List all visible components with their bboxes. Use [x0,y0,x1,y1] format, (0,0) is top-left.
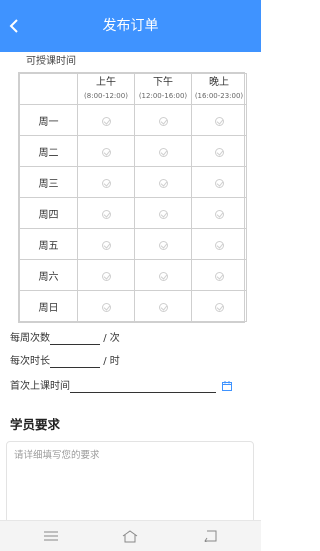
slot-sat-evening[interactable] [191,259,247,291]
first-class-label: 首次上课时间 [10,381,70,392]
check-icon [214,271,224,281]
slot-fri-morning[interactable] [77,228,135,260]
check-icon [214,302,224,312]
slot-sat-afternoon[interactable] [134,259,192,291]
slot-mon-afternoon[interactable] [134,104,192,136]
check-icon [158,302,168,312]
check-icon [158,240,168,250]
slot-fri-afternoon[interactable] [134,228,192,260]
weekly-count-unit: / 次 [103,333,120,344]
weekly-count-input[interactable] [50,333,100,345]
day-label-mon: 周一 [19,104,78,136]
slot-mon-evening[interactable] [191,104,247,136]
slot-sat-morning[interactable] [77,259,135,291]
check-icon [158,271,168,281]
slot-fri-evening[interactable] [191,228,247,260]
requirements-title: 学员要求 [10,417,61,432]
first-class-input[interactable] [70,381,216,393]
weekly-count-label: 每周次数 [10,333,50,344]
slot-tue-evening[interactable] [191,135,247,167]
check-icon [158,147,168,157]
day-label-wed: 周三 [19,166,78,198]
check-icon [214,147,224,157]
slot-mon-morning[interactable] [77,104,135,136]
check-icon [214,209,224,219]
weekly-count-row: 每周次数 / 次 [10,333,120,345]
check-icon [101,209,111,219]
slot-sun-morning[interactable] [77,290,135,322]
back-icon[interactable] [204,530,217,542]
duration-label: 每次时长 [10,356,50,367]
check-icon [101,240,111,250]
day-label-fri: 周五 [19,228,78,260]
slot-sun-afternoon[interactable] [134,290,192,322]
day-label-thu: 周四 [19,197,78,229]
check-icon [214,240,224,250]
grid-corner [19,73,78,105]
first-class-row: 首次上课时间 [10,381,216,393]
slot-wed-morning[interactable] [77,166,135,198]
slot-thu-evening[interactable] [191,197,247,229]
check-icon [101,302,111,312]
top-bar: 发布订单 [0,0,261,52]
check-icon [101,147,111,157]
check-icon [214,178,224,188]
column-header-evening: 晚上 (16:00-23:00) [191,73,247,105]
column-header-morning: 上午 (8:00-12:00) [77,73,135,105]
check-icon [158,178,168,188]
duration-unit: / 时 [103,356,120,367]
menu-icon[interactable] [44,530,58,542]
check-icon [101,271,111,281]
check-icon [214,116,224,126]
check-icon [101,178,111,188]
slot-tue-afternoon[interactable] [134,135,192,167]
slot-wed-afternoon[interactable] [134,166,192,198]
slot-thu-afternoon[interactable] [134,197,192,229]
slot-thu-morning[interactable] [77,197,135,229]
requirements-textarea[interactable]: 请详细填写您的要求 [6,441,254,525]
duration-row: 每次时长 / 时 [10,356,120,368]
day-label-sat: 周六 [19,259,78,291]
column-header-afternoon: 下午 (12:00-16:00) [134,73,192,105]
system-nav-bar [0,520,261,551]
check-icon [158,209,168,219]
check-icon [101,116,111,126]
page-title: 发布订单 [102,18,159,34]
slot-sun-evening[interactable] [191,290,247,322]
availability-label: 可授课时间 [26,56,76,67]
check-icon [158,116,168,126]
home-icon[interactable] [122,530,138,543]
slot-wed-evening[interactable] [191,166,247,198]
duration-input[interactable] [50,356,100,368]
day-label-tue: 周二 [19,135,78,167]
calendar-icon[interactable] [222,381,232,391]
availability-grid: 上午 (8:00-12:00) 下午 (12:00-16:00) 晚上 (16:… [18,72,247,323]
slot-tue-morning[interactable] [77,135,135,167]
requirements-placeholder: 请详细填写您的要求 [14,450,100,461]
day-label-sun: 周日 [19,290,78,322]
